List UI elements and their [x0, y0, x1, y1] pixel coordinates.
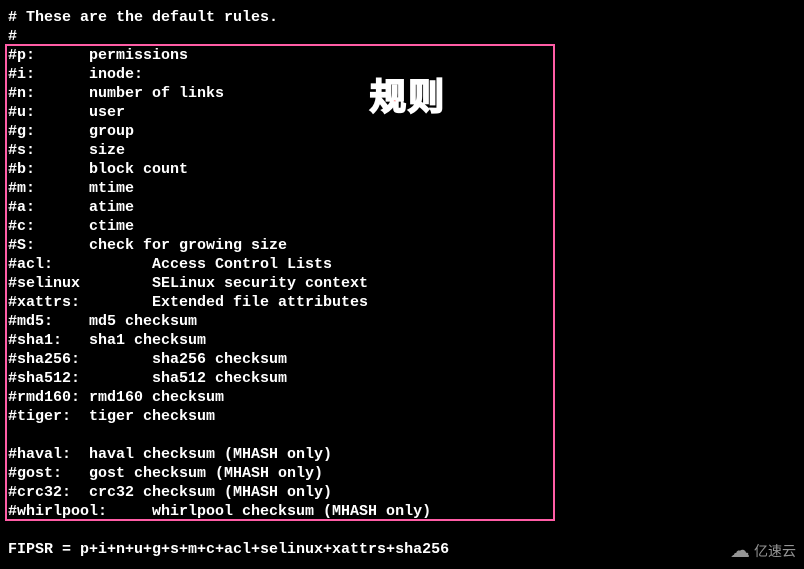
blank-line — [8, 426, 796, 445]
rule-line: #rmd160: rmd160 checksum — [8, 388, 796, 407]
rule-line: #sha512: sha512 checksum — [8, 369, 796, 388]
rule-line: #m: mtime — [8, 179, 796, 198]
rule-line: #b: block count — [8, 160, 796, 179]
rule-line: #n: number of links — [8, 84, 796, 103]
watermark-text: 亿速云 — [754, 542, 796, 561]
rule-line: #g: group — [8, 122, 796, 141]
rule-line: #gost: gost checksum (MHASH only) — [8, 464, 796, 483]
header-line-2: # — [8, 27, 796, 46]
rule-line: #sha256: sha256 checksum — [8, 350, 796, 369]
rule-line: #c: ctime — [8, 217, 796, 236]
cloud-icon: ☁ — [730, 541, 750, 561]
rule-line: #sha1: sha1 checksum — [8, 331, 796, 350]
rule-line: #selinux SELinux security context — [8, 274, 796, 293]
rule-line: #p: permissions — [8, 46, 796, 65]
rule-line: #haval: haval checksum (MHASH only) — [8, 445, 796, 464]
rule-line: #md5: md5 checksum — [8, 312, 796, 331]
rule-line: #s: size — [8, 141, 796, 160]
rule-line: #whirlpool: whirlpool checksum (MHASH on… — [8, 502, 796, 521]
rule-line: #acl: Access Control Lists — [8, 255, 796, 274]
rule-line: #tiger: tiger checksum — [8, 407, 796, 426]
rule-line: #i: inode: — [8, 65, 796, 84]
rule-line: #u: user — [8, 103, 796, 122]
rule-line: #crc32: crc32 checksum (MHASH only) — [8, 483, 796, 502]
blank-line — [8, 521, 796, 540]
fipsr-line: FIPSR = p+i+n+u+g+s+m+c+acl+selinux+xatt… — [8, 540, 796, 559]
watermark: ☁ 亿速云 — [730, 541, 796, 561]
rule-line: #xattrs: Extended file attributes — [8, 293, 796, 312]
rule-line: #a: atime — [8, 198, 796, 217]
rule-line: #S: check for growing size — [8, 236, 796, 255]
header-line-1: # These are the default rules. — [8, 8, 796, 27]
